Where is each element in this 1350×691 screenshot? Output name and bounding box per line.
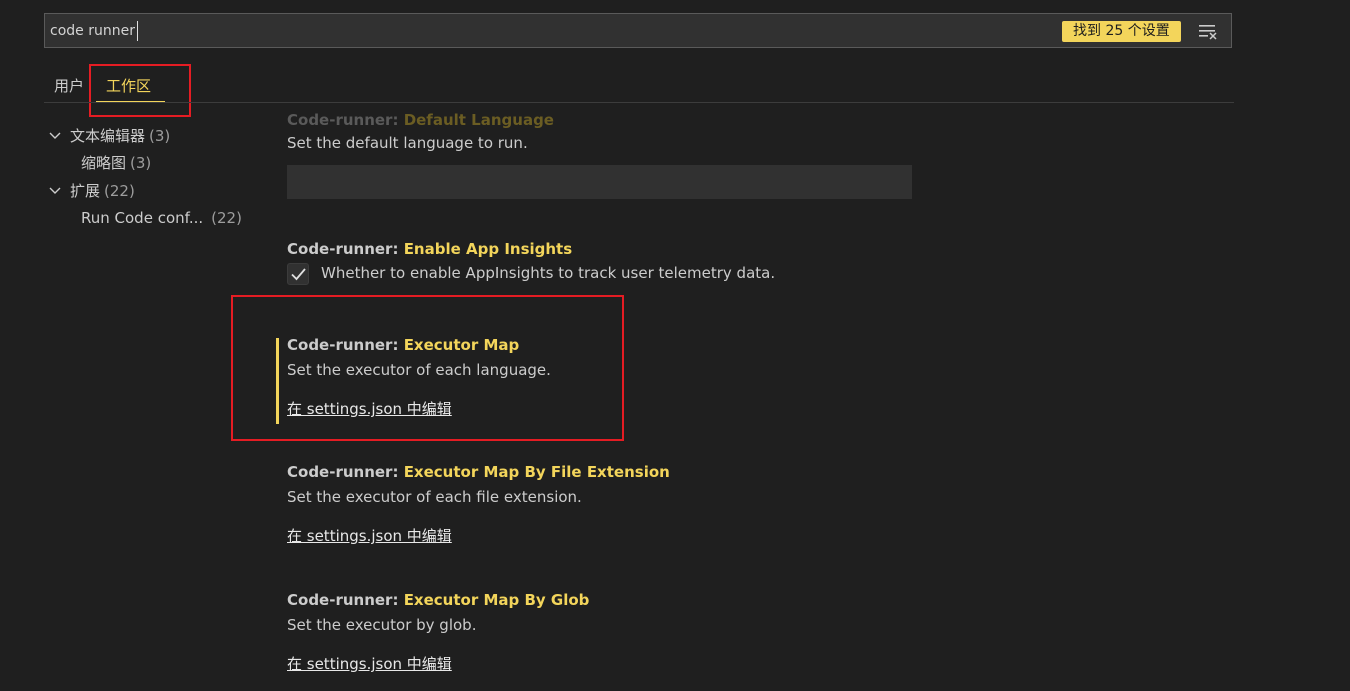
edit-in-settings-json-link[interactable]: 在 settings.json 中编辑 [287, 525, 452, 546]
setting-title: Code-runner: Executor Map [287, 335, 1187, 355]
setting-enable-app-insights: Code-runner: Enable App Insights Whether… [287, 239, 1187, 283]
settings-scope-tabs: 用户 工作区 [44, 60, 1234, 104]
checkmark-icon [291, 268, 306, 281]
setting-name: Default Language [403, 111, 554, 128]
toc-count: (3) [130, 154, 152, 172]
tab-user[interactable]: 用户 [54, 75, 84, 96]
setting-description: Set the default language to run. [287, 134, 528, 152]
toc-item-minimap[interactable]: 缩略图 (3) [81, 150, 151, 176]
setting-title-default-language: Code-runner: Default Language [287, 110, 554, 128]
toc-label: 扩展 [70, 182, 101, 200]
settings-search-box[interactable]: 找到 25 个设置 [44, 13, 1232, 48]
setting-description: Set the executor of each language. [287, 361, 551, 379]
setting-default-language: Set the default language to run. [287, 133, 1187, 153]
toc-item-text-editor[interactable]: 文本编辑器 (3) [48, 123, 170, 149]
setting-prefix: Code-runner: [287, 463, 404, 481]
edit-in-settings-json-link[interactable]: 在 settings.json 中编辑 [287, 398, 452, 419]
default-language-input[interactable] [287, 165, 912, 199]
tabs-divider [44, 102, 1234, 103]
setting-prefix: Code-runner: [287, 240, 404, 258]
setting-executor-map-by-glob: Code-runner: Executor Map By Glob Set th… [287, 590, 1187, 680]
setting-executor-map: Code-runner: Executor Map Set the execut… [287, 335, 1187, 425]
toc-label: 文本编辑器 [70, 127, 146, 145]
setting-description: Set the executor by glob. [287, 616, 477, 634]
clear-filter-icon[interactable] [1197, 21, 1219, 41]
setting-prefix: Code-runner: [287, 591, 404, 609]
setting-prefix: Code-runner: [287, 336, 404, 354]
toc-item-extensions[interactable]: 扩展 (22) [48, 178, 135, 204]
toc-count: (22) [104, 182, 135, 200]
tab-workspace[interactable]: 工作区 [106, 75, 151, 96]
setting-title: Code-runner: Enable App Insights [287, 239, 1187, 259]
setting-prefix: Code-runner: [287, 111, 404, 128]
toc-label: Run Code conf... [81, 209, 204, 227]
setting-name: Executor Map By Glob [403, 591, 590, 609]
setting-title: Code-runner: Executor Map By Glob [287, 590, 1187, 610]
settings-search-input[interactable] [50, 19, 950, 43]
setting-name: Enable App Insights [403, 240, 573, 258]
toc-item-run-code-configuration[interactable]: Run Code conf... (22) [81, 205, 242, 231]
focused-setting-indicator [276, 338, 279, 424]
enable-app-insights-checkbox[interactable] [287, 263, 309, 285]
search-result-count-badge: 找到 25 个设置 [1062, 21, 1181, 42]
setting-executor-map-by-file-extension: Code-runner: Executor Map By File Extens… [287, 462, 1187, 552]
toc-label: 缩略图 [81, 154, 127, 172]
setting-description: Set the executor of each file extension. [287, 488, 582, 506]
toc-count: (3) [149, 127, 171, 145]
chevron-down-icon [49, 187, 61, 194]
chevron-down-icon [49, 132, 61, 139]
text-caret [137, 21, 138, 41]
setting-description: Whether to enable AppInsights to track u… [321, 264, 776, 282]
setting-title: Code-runner: Executor Map By File Extens… [287, 462, 1187, 482]
setting-name: Executor Map By File Extension [403, 463, 670, 481]
edit-in-settings-json-link[interactable]: 在 settings.json 中编辑 [287, 653, 452, 674]
toc-count: (22) [211, 209, 242, 227]
setting-name: Executor Map [403, 336, 520, 354]
